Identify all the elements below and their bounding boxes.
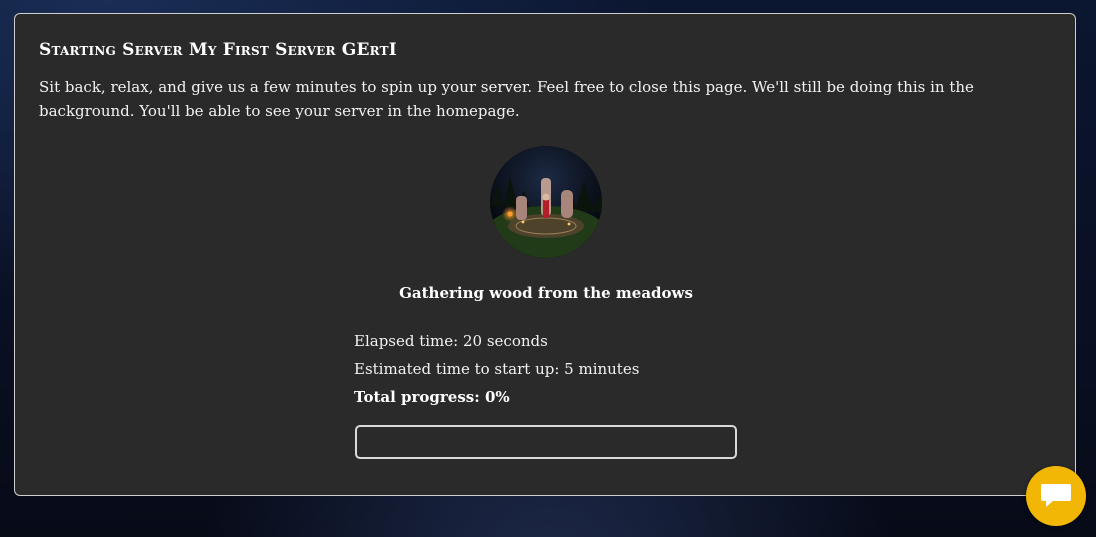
elapsed-time: Elapsed time: 20 seconds (354, 332, 548, 350)
startup-description: Sit back, relax, and give us a few minut… (39, 78, 974, 120)
chat-button[interactable] (1026, 466, 1086, 526)
server-startup-panel: Starting Server My First Server GErtI Si… (14, 13, 1076, 496)
startup-status-message: Gathering wood from the meadows (399, 284, 693, 302)
progress-bar (355, 425, 737, 459)
campfire-scene-image (490, 146, 602, 258)
total-progress-label: Total progress: 0% (354, 388, 510, 406)
chat-bubble-icon (1041, 484, 1071, 507)
estimated-start-time: Estimated time to start up: 5 minutes (354, 360, 640, 378)
page-title: Starting Server My First Server GErtI (39, 40, 397, 60)
